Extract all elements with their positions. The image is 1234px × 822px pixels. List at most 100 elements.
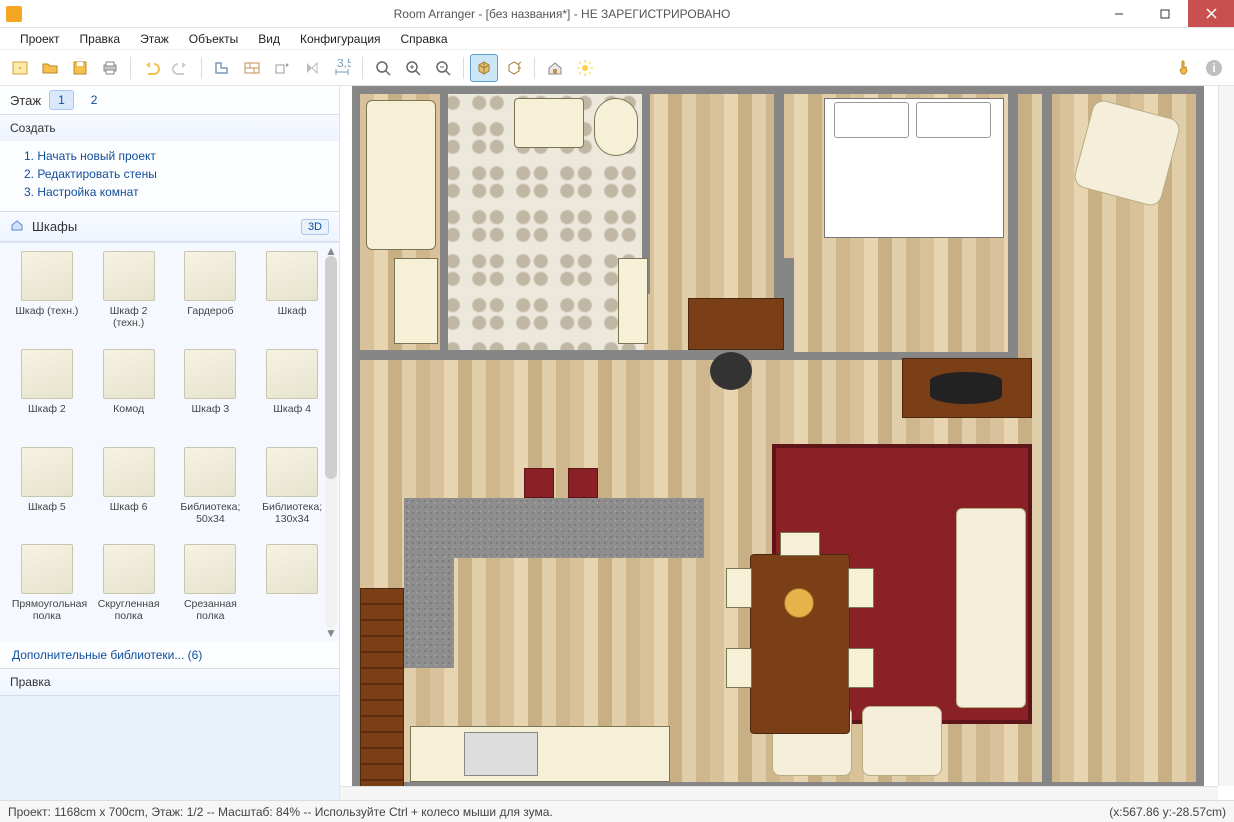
cabinet-icon <box>266 447 318 497</box>
list-item[interactable]: Библиотека; 50x34 <box>172 447 250 541</box>
library-header[interactable]: Шкафы 3D <box>0 211 339 242</box>
close-button[interactable] <box>1188 0 1234 27</box>
main-area: Этаж 1 2 Создать 1. Начать новый проект … <box>0 86 1234 800</box>
minimize-button[interactable] <box>1096 0 1142 27</box>
menu-edit[interactable]: Правка <box>70 29 131 49</box>
cabinet-icon <box>266 544 318 594</box>
list-item[interactable]: Библиотека; 130x34 <box>253 447 331 541</box>
canvas-hscrollbar[interactable] <box>340 786 1218 800</box>
list-item[interactable] <box>253 544 331 638</box>
create-room-settings[interactable]: 3. Настройка комнат <box>12 183 327 201</box>
edit-panel <box>0 695 339 800</box>
titlebar: Room Arranger - [без названия*] - НЕ ЗАР… <box>0 0 1234 28</box>
mirror-icon[interactable] <box>298 54 326 82</box>
list-item[interactable]: Шкаф 5 <box>8 447 86 541</box>
cabinet-icon <box>21 251 73 301</box>
canvas-viewport[interactable] <box>340 86 1234 800</box>
list-item[interactable]: Гардероб <box>172 251 250 345</box>
scroll-up-icon[interactable]: ▲ <box>325 246 337 256</box>
cabinet-icon <box>103 544 155 594</box>
cabinet-icon <box>184 544 236 594</box>
list-item[interactable]: Срезанная полка <box>172 544 250 638</box>
status-left: Проект: 1168cm x 700cm, Этаж: 1/2 -- Мас… <box>8 805 1109 819</box>
svg-text:3,5m: 3,5m <box>337 59 351 70</box>
cabinet-icon <box>184 447 236 497</box>
save-icon[interactable] <box>66 54 94 82</box>
list-item[interactable]: Прямоугольная полка <box>8 544 86 638</box>
home-export-icon[interactable] <box>541 54 569 82</box>
view-gallery-icon[interactable] <box>500 54 528 82</box>
floor-label: Этаж <box>10 93 41 108</box>
library-3d-toggle[interactable]: 3D <box>301 219 329 235</box>
list-item[interactable]: Шкаф (техн.) <box>8 251 86 345</box>
sidebar: Этаж 1 2 Создать 1. Начать новый проект … <box>0 86 340 800</box>
menu-view[interactable]: Вид <box>248 29 290 49</box>
library-title: Шкафы <box>32 219 293 234</box>
menu-help[interactable]: Справка <box>391 29 458 49</box>
statusbar: Проект: 1168cm x 700cm, Этаж: 1/2 -- Мас… <box>0 800 1234 822</box>
list-item[interactable]: Скругленная полка <box>90 544 168 638</box>
wall-icon[interactable] <box>208 54 236 82</box>
zoom-fit-icon[interactable] <box>369 54 397 82</box>
cabinet-icon <box>266 251 318 301</box>
create-list: 1. Начать новый проект 2. Редактировать … <box>0 141 339 211</box>
print-icon[interactable] <box>96 54 124 82</box>
cabinet-icon <box>21 544 73 594</box>
dimension-icon[interactable]: 3,5m <box>328 54 356 82</box>
list-item[interactable]: Шкаф 4 <box>253 349 331 443</box>
floor-1[interactable]: 1 <box>49 90 74 110</box>
cabinet-icon <box>21 447 73 497</box>
floorplan <box>352 86 1204 790</box>
cabinet-icon <box>103 349 155 399</box>
undo-icon[interactable] <box>137 54 165 82</box>
create-edit-walls[interactable]: 2. Редактировать стены <box>12 165 327 183</box>
svg-text:i: i <box>1212 61 1215 75</box>
library-scrollbar[interactable]: ▲ ▼ <box>325 246 337 638</box>
cabinet-icon <box>103 251 155 301</box>
zoom-in-icon[interactable] <box>399 54 427 82</box>
cabinet-icon <box>103 447 155 497</box>
floor-2[interactable]: 2 <box>82 90 107 110</box>
walls-list-icon[interactable] <box>238 54 266 82</box>
app-icon <box>6 6 22 22</box>
list-item[interactable]: Шкаф <box>253 251 331 345</box>
list-item[interactable]: Комод <box>90 349 168 443</box>
library-grid: Шкаф (техн.) Шкаф 2 (техн.) Гардероб Шка… <box>0 242 339 642</box>
create-header[interactable]: Создать <box>0 114 339 141</box>
zoom-out-icon[interactable] <box>429 54 457 82</box>
cabinet-icon <box>184 349 236 399</box>
menu-floor[interactable]: Этаж <box>130 29 179 49</box>
redo-icon[interactable] <box>167 54 195 82</box>
cabinet-icon <box>266 349 318 399</box>
menu-project[interactable]: Проект <box>10 29 70 49</box>
menubar: Проект Правка Этаж Объекты Вид Конфигура… <box>0 28 1234 50</box>
menu-config[interactable]: Конфигурация <box>290 29 391 49</box>
render-icon[interactable] <box>571 54 599 82</box>
touch-icon[interactable] <box>1170 54 1198 82</box>
list-item[interactable]: Шкаф 6 <box>90 447 168 541</box>
cabinet-icon <box>184 251 236 301</box>
floorplan-canvas[interactable] <box>340 86 1234 800</box>
maximize-button[interactable] <box>1142 0 1188 27</box>
floor-selector: Этаж 1 2 <box>0 86 339 114</box>
edit-label: Правка <box>10 675 51 689</box>
menu-objects[interactable]: Объекты <box>179 29 249 49</box>
create-new-project[interactable]: 1. Начать новый проект <box>12 147 327 165</box>
view-3d-icon[interactable] <box>470 54 498 82</box>
list-item[interactable]: Шкаф 2 <box>8 349 86 443</box>
new-icon[interactable] <box>6 54 34 82</box>
extra-libraries-link[interactable]: Дополнительные библиотеки... (6) <box>0 642 339 668</box>
create-label: Создать <box>10 121 56 135</box>
scroll-down-icon[interactable]: ▼ <box>325 628 337 638</box>
cabinet-icon <box>21 349 73 399</box>
open-icon[interactable] <box>36 54 64 82</box>
info-icon[interactable]: i <box>1200 54 1228 82</box>
canvas-vscrollbar[interactable] <box>1218 86 1234 786</box>
edit-header[interactable]: Правка <box>0 668 339 695</box>
list-item[interactable]: Шкаф 2 (техн.) <box>90 251 168 345</box>
rotate-icon[interactable] <box>268 54 296 82</box>
list-item[interactable]: Шкаф 3 <box>172 349 250 443</box>
toolbar: 3,5m i <box>0 50 1234 86</box>
window-title: Room Arranger - [без названия*] - НЕ ЗАР… <box>28 7 1096 21</box>
home-small-icon <box>10 218 24 235</box>
